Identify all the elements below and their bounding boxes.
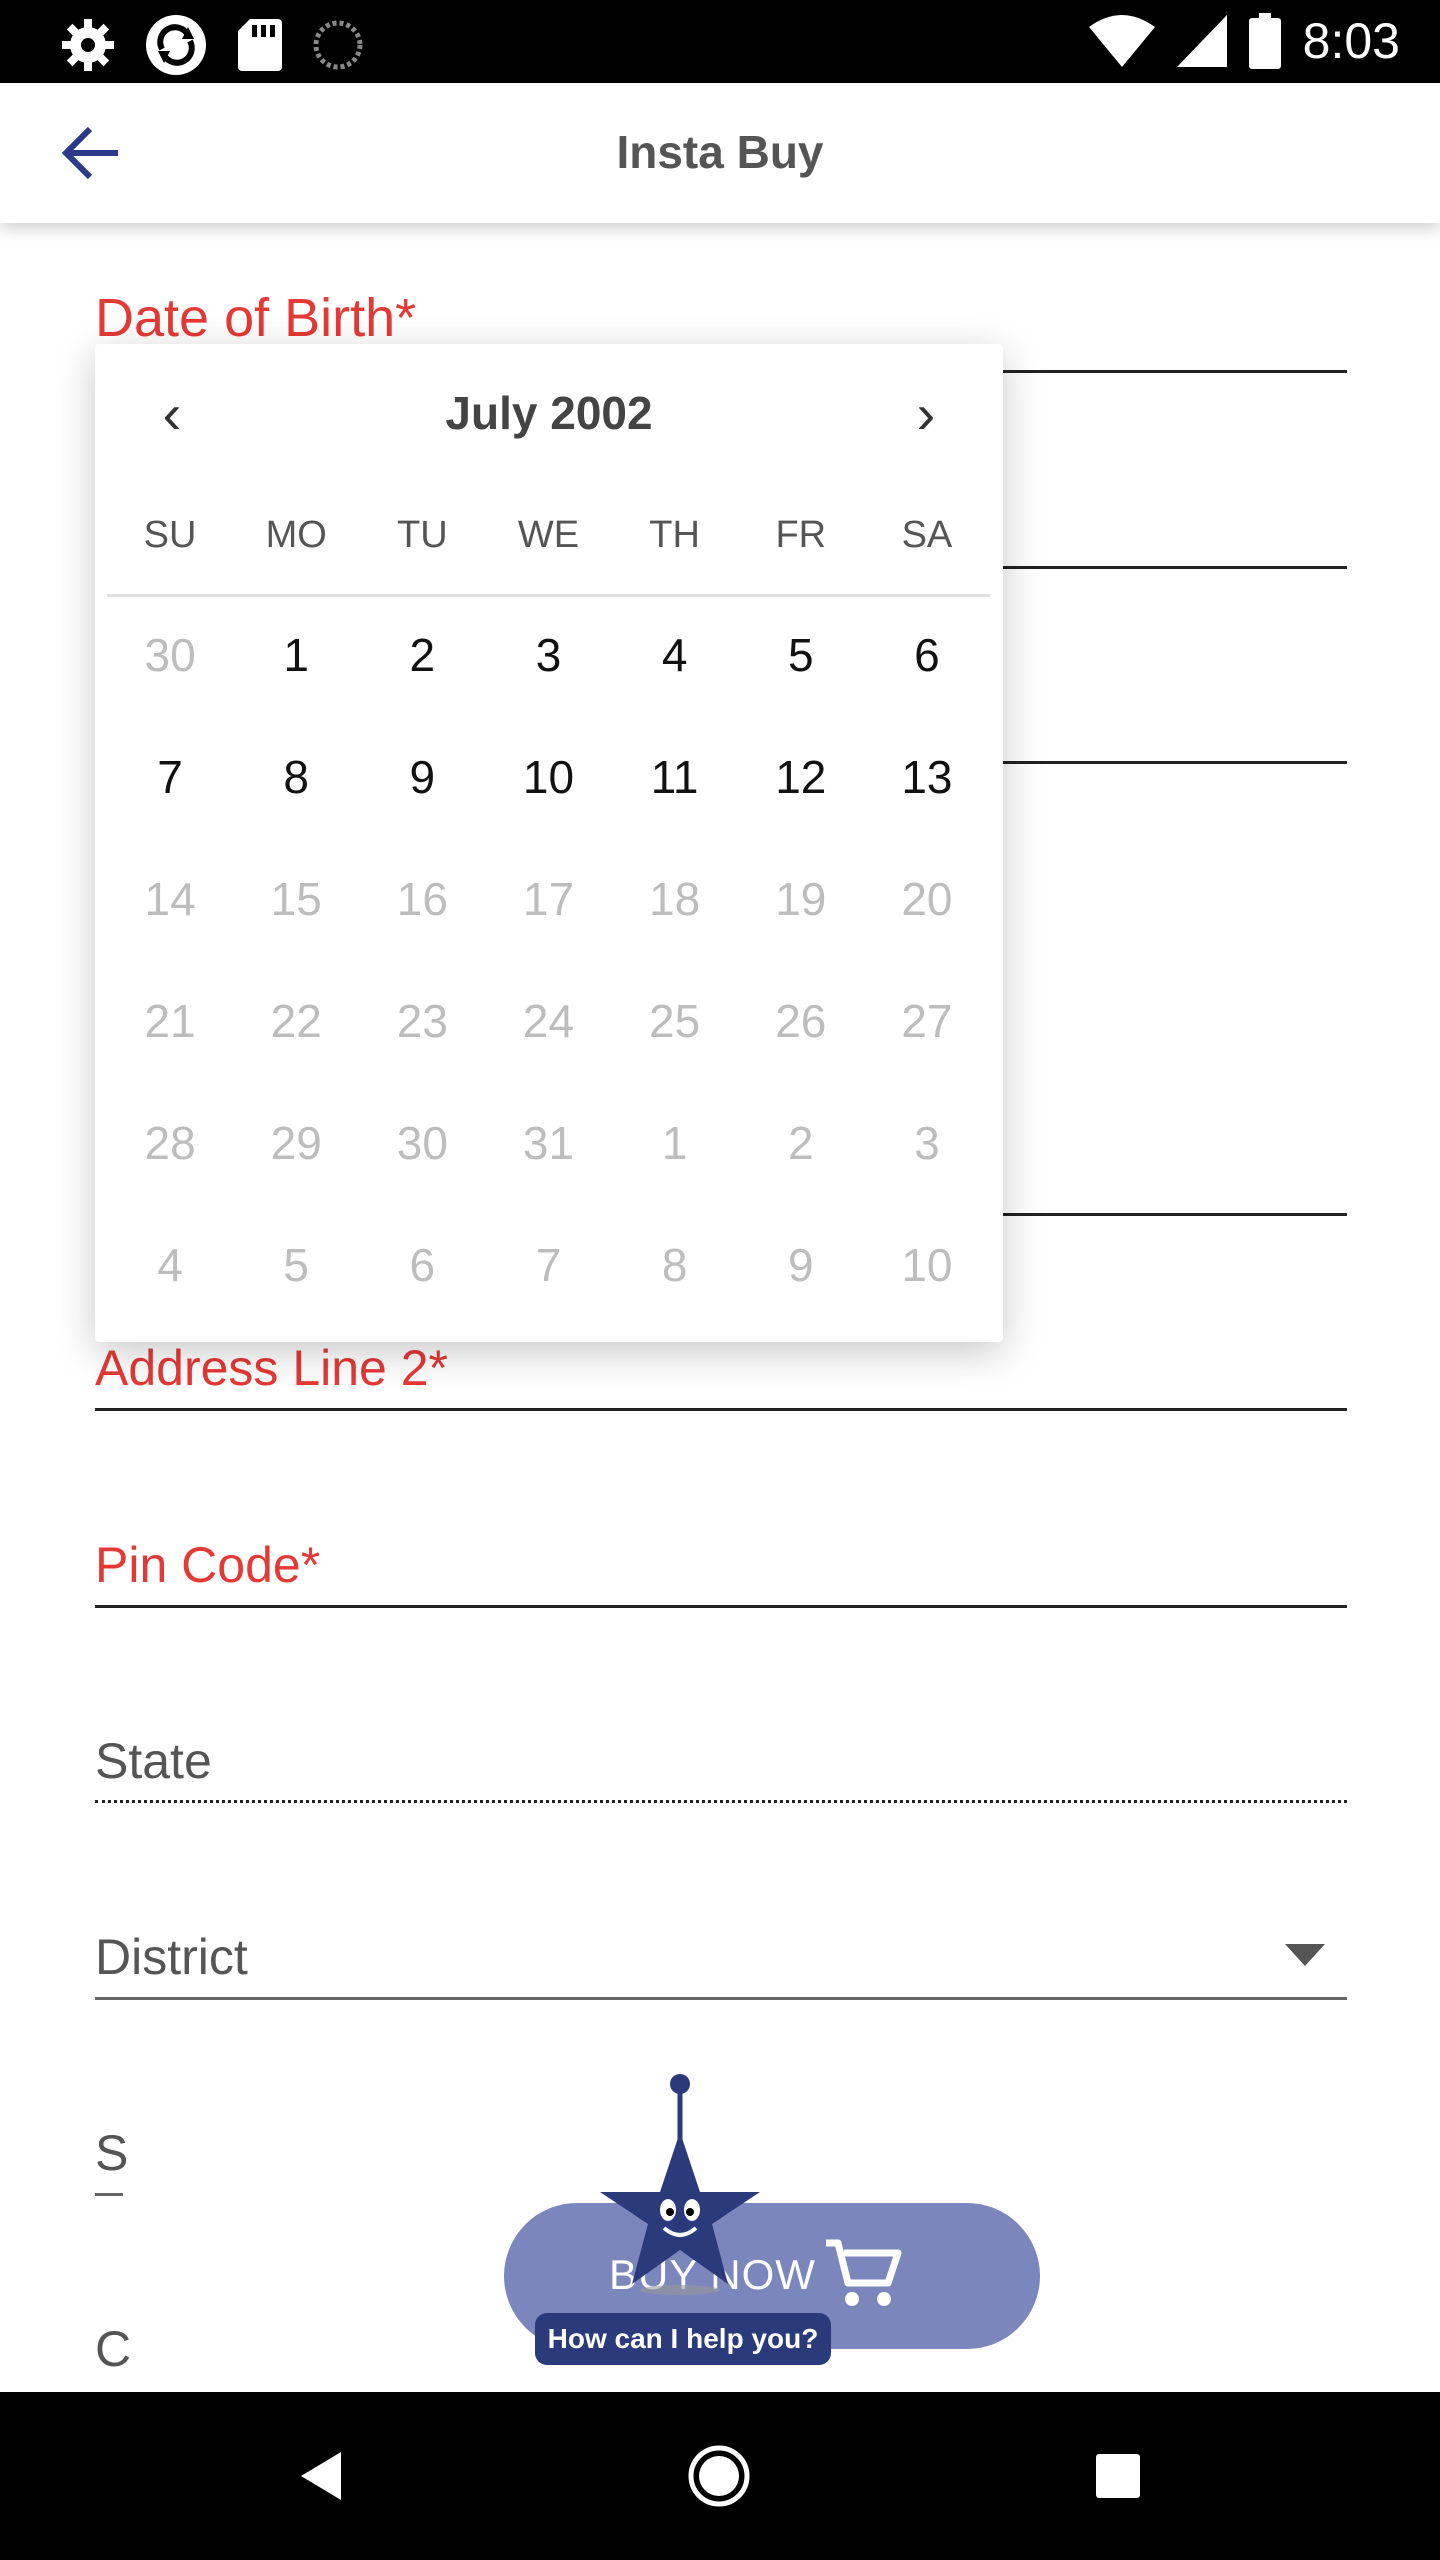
address-line-2-field[interactable]: Address Line 2* [95, 1335, 1347, 1415]
dropdown-arrow-icon [1285, 1944, 1325, 1966]
calendar-day[interactable]: 18 [612, 838, 738, 960]
calendar-day[interactable]: 4 [107, 1204, 233, 1326]
calendar-day[interactable]: 7 [107, 716, 233, 838]
partial-field-c[interactable]: C [95, 2316, 135, 2392]
calendar-day[interactable]: 2 [738, 1082, 864, 1204]
nav-home-icon[interactable] [683, 2440, 755, 2512]
calendar-day[interactable]: 12 [738, 716, 864, 838]
calendar-day[interactable]: 3 [485, 594, 611, 716]
calendar-day[interactable]: 5 [738, 594, 864, 716]
weekday-label: SA [901, 514, 953, 556]
month-label: July 2002 [445, 387, 653, 439]
pin-code-label: Pin Code* [95, 1537, 321, 1593]
star-mascot-icon[interactable] [588, 2072, 768, 2302]
calendar-day[interactable]: 13 [864, 716, 990, 838]
loading-icon [313, 20, 363, 70]
weekday-label: SU [143, 514, 197, 556]
district-dropdown[interactable]: District [95, 1924, 1347, 2004]
system-nav-bar [0, 2392, 1440, 2560]
battery-icon [1248, 13, 1281, 69]
calendar-day[interactable]: 9 [738, 1204, 864, 1326]
calendar-day[interactable]: 1 [612, 1082, 738, 1204]
calendar-day[interactable]: 30 [107, 594, 233, 716]
calendar-day[interactable]: 10 [485, 716, 611, 838]
field-underline [95, 1800, 1347, 1803]
cell-signal-icon [1176, 15, 1227, 67]
field-underline [95, 2193, 123, 2196]
nav-recent-icon[interactable] [1082, 2440, 1154, 2512]
calendar-day[interactable]: 16 [359, 838, 485, 960]
pin-code-field[interactable]: Pin Code* [95, 1532, 1347, 1612]
calendar-week: 28 29 30 31 1 2 3 [107, 1082, 990, 1204]
field-underline [95, 1408, 1347, 1411]
calendar-day[interactable]: 26 [738, 960, 864, 1082]
calendar-day[interactable]: 8 [612, 1204, 738, 1326]
district-label: District [95, 1929, 248, 1985]
calendar-day[interactable]: 19 [738, 838, 864, 960]
calendar-day[interactable]: 4 [612, 594, 738, 716]
calendar-day[interactable]: 6 [864, 594, 990, 716]
status-time: 8:03 [1302, 13, 1400, 69]
wifi-icon [1088, 15, 1155, 67]
calendar-week: 7 8 9 10 11 12 13 [107, 716, 990, 838]
calendar-day[interactable]: 7 [485, 1204, 611, 1326]
calendar-day[interactable]: 10 [864, 1204, 990, 1326]
assistant-help-bubble[interactable]: How can I help you? [535, 2313, 831, 2365]
calendar-grid: 30 1 2 3 4 5 6 7 8 9 10 11 12 13 14 15 16 17 18 19 20 21 22 23 2… [107, 594, 990, 1326]
dob-label: Date of Birth* [95, 288, 417, 348]
calendar-day[interactable]: 24 [485, 960, 611, 1082]
weekday-label: FR [775, 514, 827, 556]
calendar-day[interactable]: 30 [359, 1082, 485, 1204]
calendar-week: 21 22 23 24 25 26 27 [107, 960, 990, 1082]
calendar-day[interactable]: 28 [107, 1082, 233, 1204]
calendar-week: 4 5 6 7 8 9 10 [107, 1204, 990, 1326]
weekday-label: TU [397, 514, 448, 556]
weekday-label: TH [649, 514, 700, 556]
calendar-day[interactable]: 29 [233, 1082, 359, 1204]
calendar-day[interactable]: 21 [107, 960, 233, 1082]
settings-icon [62, 19, 114, 71]
page-title: Insta Buy [616, 126, 824, 178]
cart-icon [826, 2239, 902, 2306]
weekday-label: WE [517, 514, 580, 556]
calendar-day[interactable]: 23 [359, 960, 485, 1082]
weekday-label: MO [265, 514, 327, 556]
calendar-day[interactable]: 27 [864, 960, 990, 1082]
state-label: State [95, 1733, 212, 1789]
calendar-day[interactable]: 8 [233, 716, 359, 838]
calendar-day[interactable]: 25 [612, 960, 738, 1082]
calendar-day[interactable]: 5 [233, 1204, 359, 1326]
field-underline [95, 1605, 1347, 1608]
calendar-day[interactable]: 6 [359, 1204, 485, 1326]
next-month-button[interactable]: › [891, 384, 961, 454]
calendar-day[interactable]: 2 [359, 594, 485, 716]
sd-card-icon [238, 19, 282, 71]
calendar-day[interactable]: 9 [359, 716, 485, 838]
partial-label-s: S [95, 2125, 129, 2181]
calendar-day[interactable]: 15 [233, 838, 359, 960]
state-field[interactable]: State [95, 1728, 1347, 1808]
calendar-week: 30 1 2 3 4 5 6 [107, 594, 990, 716]
app-bar: Insta Buy [0, 83, 1440, 223]
sync-icon [146, 15, 206, 75]
field-underline [95, 1997, 1347, 2000]
calendar-day[interactable]: 1 [233, 594, 359, 716]
partial-field-s[interactable]: S [95, 2120, 135, 2200]
calendar-day[interactable]: 20 [864, 838, 990, 960]
weekday-header: SU MO TU WE TH FR SA [107, 514, 990, 597]
nav-back-icon[interactable] [285, 2440, 357, 2512]
address-line-2-label: Address Line 2* [95, 1340, 449, 1396]
calendar-day[interactable]: 3 [864, 1082, 990, 1204]
date-picker: ‹ July 2002 › SU MO TU WE TH FR SA 30 1 2 3… [95, 344, 1003, 1342]
calendar-day[interactable]: 14 [107, 838, 233, 960]
calendar-week: 14 15 16 17 18 19 20 [107, 838, 990, 960]
calendar-day[interactable]: 17 [485, 838, 611, 960]
date-picker-header: ‹ July 2002 › [95, 344, 1003, 489]
status-bar: 8:03 [0, 0, 1440, 83]
calendar-day[interactable]: 22 [233, 960, 359, 1082]
calendar-day[interactable]: 31 [485, 1082, 611, 1204]
partial-label-c: C [95, 2321, 132, 2377]
calendar-day[interactable]: 11 [612, 716, 738, 838]
